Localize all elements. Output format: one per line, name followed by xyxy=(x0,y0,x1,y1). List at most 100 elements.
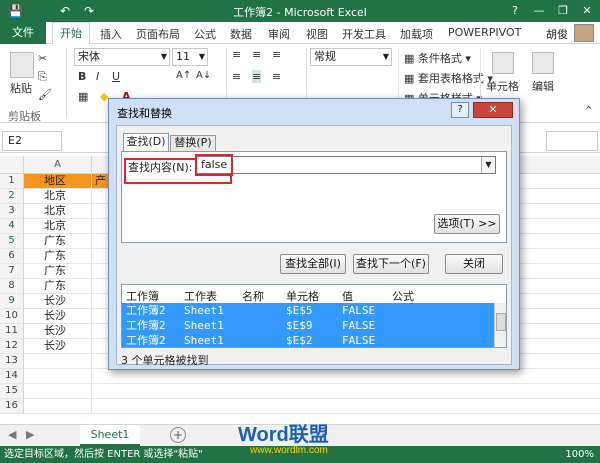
tab-developer[interactable]: 开发工具 xyxy=(342,26,386,42)
add-sheet-button[interactable]: + xyxy=(170,427,186,443)
select-all-corner[interactable] xyxy=(0,156,24,174)
align-middle-icon[interactable]: ≡ xyxy=(252,48,261,61)
conditional-format-button[interactable]: ▦ 条件格式 ▾ xyxy=(404,50,471,66)
row-header[interactable]: 6 xyxy=(0,249,24,264)
font-name-select[interactable]: 宋体 ▼ xyxy=(74,48,170,66)
align-center-icon[interactable]: ≡ xyxy=(252,70,262,83)
bold-button[interactable]: B xyxy=(78,70,86,83)
editing-icon[interactable] xyxy=(532,52,554,74)
italic-button[interactable]: I xyxy=(96,70,99,83)
cell-a[interactable]: 广东 xyxy=(24,279,92,294)
align-right-icon[interactable]: ≡ xyxy=(272,70,281,83)
results-list[interactable]: 工作簿 工作表 名称 单元格 值 公式 工作簿2 Sheet1 $E$5 FALSE 工… xyxy=(121,284,507,348)
results-header-name[interactable]: 名称 xyxy=(242,288,264,304)
row-header[interactable]: 1 xyxy=(0,174,24,189)
align-left-icon[interactable]: ≡ xyxy=(232,70,241,83)
tab-find[interactable]: 查找(D) xyxy=(123,133,169,151)
collapse-ribbon-icon[interactable]: ⌃ xyxy=(584,104,593,117)
row-header[interactable]: 9 xyxy=(0,294,24,309)
minimize-button[interactable]: — xyxy=(530,3,548,19)
cell-a[interactable]: 北京 xyxy=(24,204,92,219)
tab-page-layout[interactable]: 页面布局 xyxy=(136,26,180,42)
formula-input[interactable] xyxy=(546,131,598,151)
row-header[interactable]: 4 xyxy=(0,219,24,234)
format-painter-icon[interactable]: 🖌 xyxy=(38,88,52,101)
tab-data[interactable]: 数据 xyxy=(230,26,252,42)
tab-powerpivot[interactable]: POWERPIVOT xyxy=(448,26,521,39)
name-box[interactable]: E2 xyxy=(2,131,62,151)
zoom-level[interactable]: 100% xyxy=(565,446,594,463)
cell-a[interactable] xyxy=(24,369,92,384)
row-header[interactable]: 10 xyxy=(0,309,24,324)
cells-icon[interactable] xyxy=(492,52,514,74)
cell-a[interactable]: 地区 xyxy=(24,174,92,189)
results-header-sheet[interactable]: 工作表 xyxy=(184,288,217,304)
cut-icon[interactable]: ✂ xyxy=(38,52,47,65)
paste-icon[interactable] xyxy=(10,52,34,78)
result-row[interactable]: 工作簿2 Sheet1 $E$5 FALSE xyxy=(122,303,495,318)
find-next-button[interactable]: 查找下一个(F) xyxy=(353,254,429,274)
result-row[interactable]: 工作簿2 Sheet1 $E$2 FALSE xyxy=(122,333,495,347)
results-header-value[interactable]: 值 xyxy=(342,288,353,304)
number-format-select[interactable]: 常规 ▼ xyxy=(310,48,392,66)
cell-a[interactable] xyxy=(24,384,92,399)
cell-a[interactable]: 广东 xyxy=(24,249,92,264)
cell-a[interactable]: 长沙 xyxy=(24,339,92,354)
underline-button[interactable]: U xyxy=(112,70,120,83)
row-header[interactable]: 3 xyxy=(0,204,24,219)
border-icon[interactable]: ▦ xyxy=(78,90,88,103)
scrollbar-thumb[interactable] xyxy=(496,313,506,331)
row-header[interactable]: 12 xyxy=(0,339,24,354)
close-window-button[interactable]: ✕ xyxy=(578,3,596,19)
align-top-icon[interactable]: ≡ xyxy=(232,48,241,61)
find-all-button[interactable]: 查找全部(I) xyxy=(280,254,346,274)
result-row[interactable]: 工作簿2 Sheet1 $E$9 FALSE xyxy=(122,318,495,333)
options-button[interactable]: 选项(T) >> xyxy=(434,214,500,234)
shrink-font-button[interactable]: A↓ xyxy=(196,70,211,81)
user-name[interactable]: 胡俊 xyxy=(546,26,568,42)
restore-button[interactable]: ❐ xyxy=(554,3,572,19)
cell-a[interactable]: 长沙 xyxy=(24,309,92,324)
tab-addins[interactable]: 加载项 xyxy=(400,26,433,42)
row-header[interactable]: 2 xyxy=(0,189,24,204)
sheet-tab-sheet1[interactable]: Sheet1 xyxy=(80,425,140,446)
tab-view[interactable]: 视图 xyxy=(306,26,328,42)
row-header[interactable]: 13 xyxy=(0,354,24,369)
results-header-formula[interactable]: 公式 xyxy=(392,288,414,304)
prev-sheet-icon[interactable]: ◀ xyxy=(8,428,16,441)
row-header[interactable]: 16 xyxy=(0,399,24,414)
row-header[interactable]: 7 xyxy=(0,264,24,279)
next-sheet-icon[interactable]: ▶ xyxy=(26,428,34,441)
tab-replace[interactable]: 替换(P) xyxy=(170,135,216,151)
tab-insert[interactable]: 插入 xyxy=(100,26,122,42)
paste-label[interactable]: 粘贴 xyxy=(10,80,32,96)
row-header[interactable]: 8 xyxy=(0,279,24,294)
results-scrollbar[interactable] xyxy=(494,303,506,347)
grow-font-button[interactable]: A↑ xyxy=(176,70,191,81)
row-header[interactable]: 14 xyxy=(0,369,24,384)
tab-review[interactable]: 审阅 xyxy=(268,26,290,42)
cell-a[interactable]: 北京 xyxy=(24,219,92,234)
cell-a[interactable] xyxy=(24,354,92,369)
cell-a[interactable] xyxy=(24,399,92,414)
tab-formulas[interactable]: 公式 xyxy=(194,26,216,42)
column-header-a[interactable]: A xyxy=(24,156,92,174)
help-button[interactable]: ? xyxy=(506,3,524,19)
row-header[interactable]: 15 xyxy=(0,384,24,399)
row-header[interactable]: 11 xyxy=(0,324,24,339)
align-bottom-icon[interactable]: ≡ xyxy=(272,48,281,61)
cell-a[interactable]: 广东 xyxy=(24,264,92,279)
cell-a[interactable]: 广东 xyxy=(24,234,92,249)
tab-home[interactable]: 开始 xyxy=(52,22,90,45)
dialog-close-button[interactable]: ✕ xyxy=(473,102,513,118)
close-dialog-button[interactable]: 关闭 xyxy=(445,254,503,274)
dialog-help-button[interactable]: ? xyxy=(451,102,469,118)
tab-file[interactable]: 文件 xyxy=(0,22,46,44)
row-header[interactable]: 5 xyxy=(0,234,24,249)
find-what-input[interactable]: false ▼ xyxy=(196,156,496,174)
results-header-cell[interactable]: 单元格 xyxy=(286,288,319,304)
font-size-select[interactable]: 11 ▼ xyxy=(172,48,208,66)
cell-a[interactable]: 长沙 xyxy=(24,294,92,309)
cell-a[interactable]: 北京 xyxy=(24,189,92,204)
results-header-book[interactable]: 工作簿 xyxy=(126,288,159,304)
